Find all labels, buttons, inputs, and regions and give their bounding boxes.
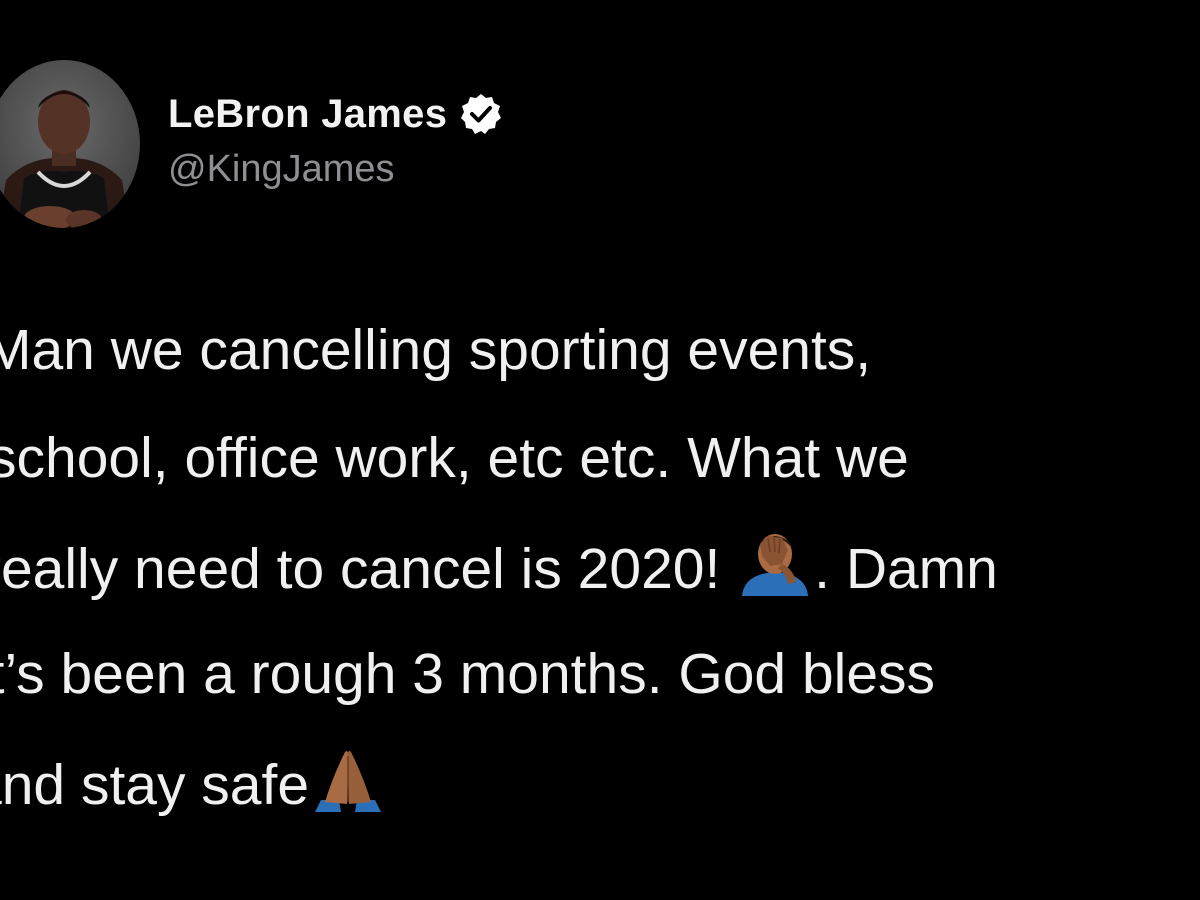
tweet-line-text: Man we cancelling sporting events, — [0, 318, 872, 382]
tweet-line-1: Man we cancelling sporting events, — [0, 314, 871, 386]
tweet-line-text: school, office work, etc etc. What we — [0, 426, 909, 490]
tweet-line-text: it’s been a rough 3 months. God bless — [0, 642, 936, 706]
tweet-line-4: it’s been a rough 3 months. God bless — [0, 638, 935, 710]
tweet-screenshot: LeBron James @KingJames Man we cancellin… — [0, 0, 1200, 900]
face-palm-emoji-icon — [738, 530, 812, 596]
user-handle[interactable]: @KingJames — [168, 148, 395, 191]
verified-badge-icon — [459, 92, 503, 136]
tweet-text: Man we cancelling sporting events, schoo… — [0, 300, 1200, 860]
tweet-line-text: really need to cancel is 2020! — [0, 537, 737, 601]
tweet-line-3: really need to cancel is 2020! . Damn — [0, 530, 998, 602]
tweet-line-text: . Damn — [814, 537, 998, 601]
basketball-player-avatar-icon — [0, 60, 140, 228]
tweet-line-text: and stay safe — [0, 753, 310, 817]
avatar[interactable] — [0, 60, 140, 228]
display-name[interactable]: LeBron James — [168, 92, 447, 137]
name-row: LeBron James — [168, 88, 503, 140]
folded-hands-emoji-icon — [311, 746, 385, 812]
tweet-line-5: and stay safe — [0, 746, 387, 818]
tweet-line-2: school, office work, etc etc. What we — [0, 422, 909, 494]
